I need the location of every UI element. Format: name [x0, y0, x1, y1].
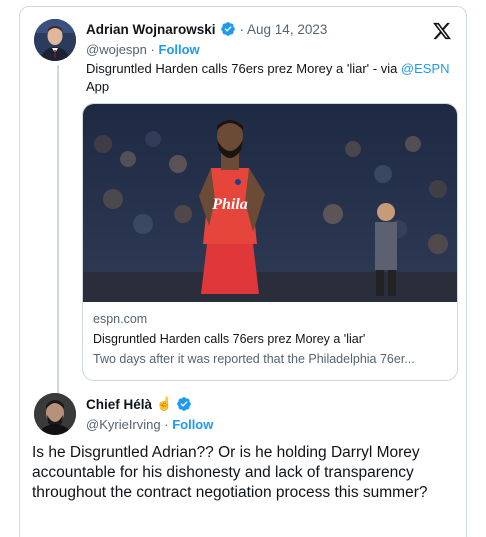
verified-badge-icon — [220, 22, 235, 36]
handle-separator: · — [164, 417, 169, 432]
tweet1-handle[interactable]: @wojespn — [86, 42, 147, 57]
tweet2-follow-button[interactable]: Follow — [172, 417, 213, 432]
avatar-chief-hela[interactable] — [34, 393, 76, 435]
tweet1-mention-link[interactable]: @ESPN — [401, 61, 450, 76]
x-logo-icon[interactable] — [432, 21, 452, 41]
tweet2-handle[interactable]: @KyrieIrving — [86, 417, 161, 432]
avatar-adrian-wojnarowski[interactable] — [34, 19, 76, 61]
tweet2-handle-row: @KyrieIrving · Follow — [86, 417, 213, 432]
header-separator: · — [239, 21, 245, 37]
tweet1-header: Adrian Wojnarowski · Aug 14, 2023 — [86, 21, 327, 37]
embedded-tweet-card: Adrian Wojnarowski · Aug 14, 2023 @wojes… — [19, 6, 467, 537]
tweet1-text-tail: App — [86, 79, 110, 94]
hand-emoji-icon: ☝ — [156, 396, 173, 411]
link-description: Two days after it was reported that the … — [93, 352, 415, 366]
link-preview-card[interactable]: Phila espn.com Disgruntled Harden calls … — [82, 103, 458, 381]
tweet2-text: Is he Disgruntled Adrian?? Or is he hold… — [32, 444, 428, 501]
handle-separator: · — [150, 42, 155, 57]
avatar-image — [34, 393, 76, 435]
jersey-text: Phila — [211, 196, 248, 213]
thread-connector-line — [57, 65, 59, 393]
tweet1-display-name[interactable]: Adrian Wojnarowski — [86, 22, 216, 37]
tweet1-date[interactable]: Aug 14, 2023 — [247, 22, 327, 37]
tweet1-text-main: Disgruntled Harden calls 76ers prez More… — [86, 61, 401, 76]
tweet1-follow-button[interactable]: Follow — [159, 42, 200, 57]
tweet2-display-name[interactable]: Chief Hélà — [86, 397, 152, 412]
link-preview-image: Phila — [83, 104, 457, 302]
avatar-image — [34, 19, 76, 61]
tweet2-header: Chief Hélà ☝ — [86, 396, 192, 412]
tweet1-text: Disgruntled Harden calls 76ers prez More… — [86, 60, 456, 96]
verified-badge-icon — [177, 397, 192, 411]
link-domain: espn.com — [93, 312, 148, 326]
link-title: Disgruntled Harden calls 76ers prez More… — [93, 332, 366, 346]
tweet1-handle-row: @wojespn · Follow — [86, 42, 200, 57]
link-preview-meta: espn.com Disgruntled Harden calls 76ers … — [93, 309, 449, 369]
